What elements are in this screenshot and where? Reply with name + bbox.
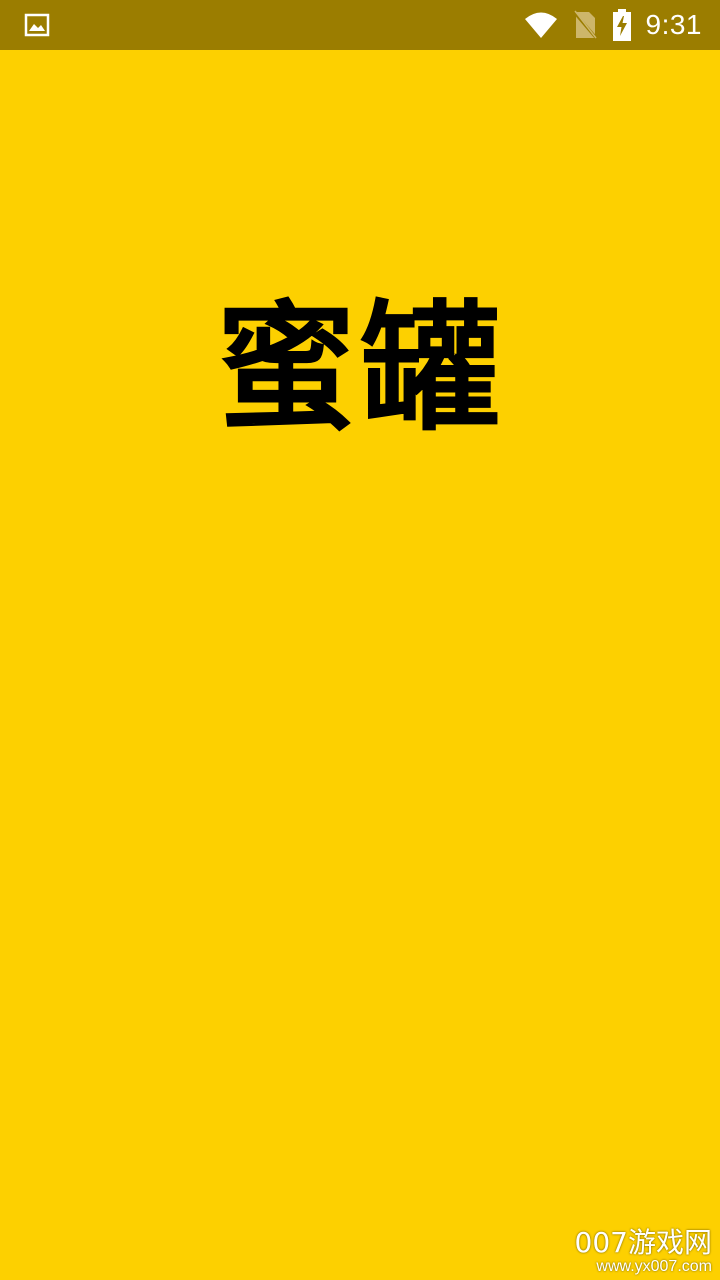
image-notification-icon: [24, 13, 50, 37]
splash-screen: 9:31 蜜罐 007游戏网 www.yx007.com: [0, 0, 720, 1280]
status-bar: 9:31: [0, 0, 720, 50]
watermark-url-text: www.yx007.com: [596, 1258, 712, 1276]
no-sim-icon: [572, 10, 598, 40]
app-logo-text: 蜜罐: [215, 288, 504, 451]
status-time: 9:31: [645, 9, 702, 40]
logo-container: 蜜罐: [0, 300, 720, 440]
wifi-icon: [524, 11, 558, 39]
watermark-main-text: 007游戏网: [574, 1225, 712, 1259]
watermark: 007游戏网 www.yx007.com: [574, 1225, 712, 1276]
battery-charging-icon: [612, 9, 632, 41]
